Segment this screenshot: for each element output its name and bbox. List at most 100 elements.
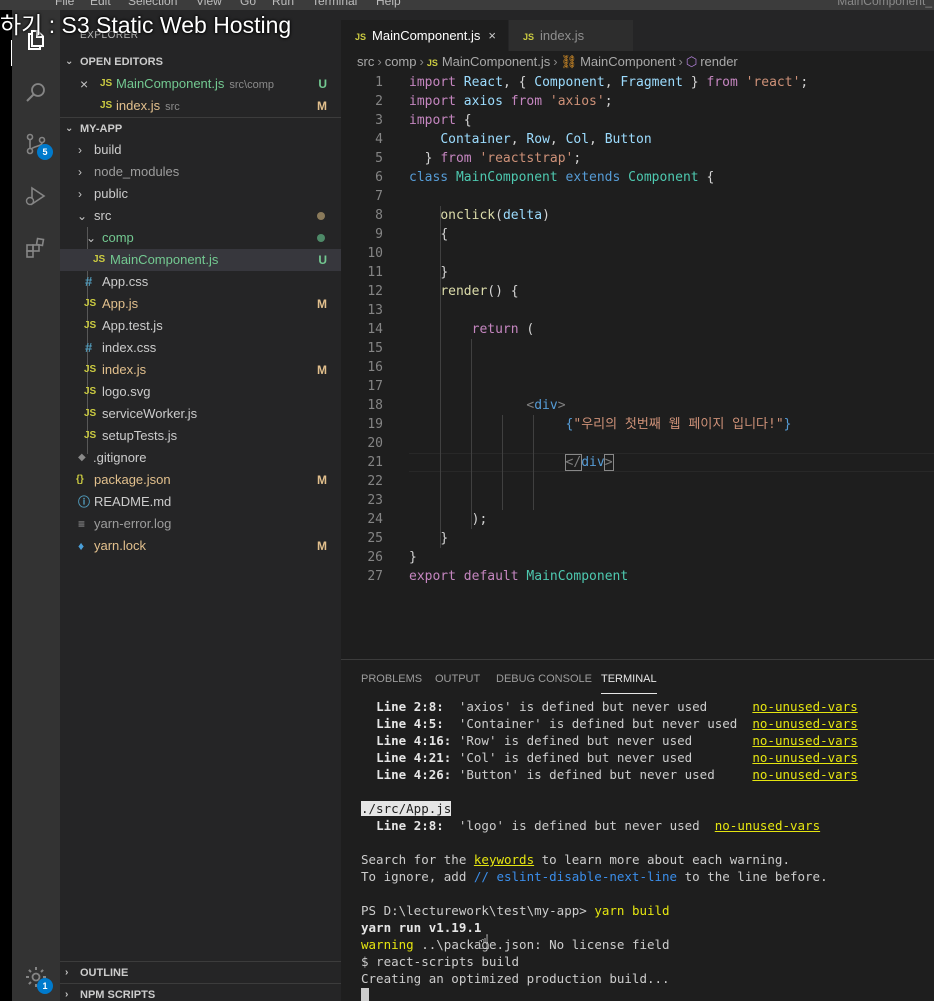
tab-index-js[interactable]: JS index.js [509, 20, 633, 51]
breadcrumb-class[interactable]: MainComponent [580, 54, 675, 69]
menu-terminal[interactable]: Terminal [312, 0, 357, 8]
untracked-dot [317, 234, 325, 242]
tab-maincomponent[interactable]: JS MainComponent.js × [341, 20, 508, 51]
tree-item-label: logo.svg [102, 384, 151, 399]
tree-folder-public[interactable]: › public [60, 183, 341, 205]
tree-file-index-js[interactable]: JS index.js M [60, 359, 341, 381]
js-file-icon: JS [93, 254, 106, 265]
code-line: Container, Row, Col, Button [409, 130, 651, 149]
code-token: div [581, 455, 605, 470]
warning-location: Line 4:26: [376, 767, 452, 782]
tree-file-app-css[interactable]: # App.css [60, 271, 341, 293]
tree-item-label: App.css [102, 274, 149, 289]
project-header[interactable]: ⌄ MY-APP [60, 117, 341, 139]
code-token: Fragment [620, 75, 683, 90]
code-token: axios [463, 94, 503, 109]
video-title-overlay: 하기 : S3 Static Web Hosting [0, 12, 292, 38]
warning-rule-link[interactable]: no-unused-vars [715, 818, 820, 833]
code-line: render() { [409, 282, 518, 301]
tree-file-yarn-error-log[interactable]: ≡ yarn-error.log [60, 513, 341, 535]
tree-folder-src[interactable]: ⌄ src [60, 205, 341, 227]
tree-file-app-js[interactable]: JS App.js M [60, 293, 341, 315]
tree-file-gitignore[interactable]: ◆ .gitignore [60, 447, 341, 469]
code-token: delta [502, 208, 543, 223]
code-token: from [706, 75, 738, 90]
code-token: </ [564, 454, 583, 471]
line-number: 23 [367, 493, 383, 508]
code-token: Col [565, 132, 590, 147]
menu-help[interactable]: Help [376, 0, 401, 8]
code-line: } from 'reactstrap'; [409, 149, 582, 168]
close-icon[interactable]: × [80, 73, 88, 95]
line-number: 5 [375, 151, 383, 166]
npm-scripts-header[interactable]: › NPM SCRIPTS [60, 983, 341, 1001]
code-token: default [463, 569, 519, 584]
breadcrumb-comp[interactable]: comp [385, 54, 417, 69]
code-token: { [463, 113, 472, 128]
tree-file-maincomponent[interactable]: JS MainComponent.js U [60, 249, 341, 271]
warning-rule-link[interactable]: no-unused-vars [752, 767, 857, 782]
git-status-modified: M [317, 99, 327, 113]
search-icon[interactable] [24, 80, 48, 104]
breadcrumb-src[interactable]: src [357, 54, 374, 69]
open-editors-header[interactable]: ⌄ OPEN EDITORS [60, 51, 341, 73]
close-icon[interactable]: × [488, 28, 496, 43]
tree-folder-comp[interactable]: ⌄ comp [60, 227, 341, 249]
js-file-icon: JS [355, 32, 367, 42]
panel-tab-problems[interactable]: PROBLEMS [361, 670, 422, 694]
warning-rule-link[interactable]: no-unused-vars [752, 733, 857, 748]
tree-file-setuptests[interactable]: JS setupTests.js [60, 425, 341, 447]
open-editor-maincomponent[interactable]: × JS MainComponent.js src\comp U [60, 73, 341, 95]
outline-header[interactable]: › OUTLINE [60, 961, 341, 983]
tree-item-label: serviceWorker.js [102, 406, 198, 421]
warning-rule-link[interactable]: no-unused-vars [752, 716, 857, 731]
code-editor[interactable]: 1 2 3 4 5 6 7 8 9 10 11 12 13 14 15 16 1… [341, 73, 934, 659]
panel-tab-terminal[interactable]: TERMINAL [601, 670, 657, 694]
code-token: import [409, 94, 456, 109]
code-token: ); [471, 512, 488, 527]
tree-file-package-json[interactable]: {} package.json M [60, 469, 341, 491]
tree-file-readme[interactable]: ⓘ README.md [60, 491, 341, 513]
line-number: 17 [367, 379, 383, 394]
extensions-icon[interactable] [24, 236, 48, 260]
js-file-icon: JS [100, 100, 113, 111]
line-number: 12 [367, 284, 383, 299]
tree-file-logo-svg[interactable]: JS logo.svg [60, 381, 341, 403]
breadcrumb-file[interactable]: MainComponent.js [442, 54, 550, 69]
indent-guide [440, 206, 441, 548]
js-file-icon: JS [84, 386, 97, 397]
panel-tab-output[interactable]: OUTPUT [435, 670, 480, 694]
line-number: 24 [367, 512, 383, 527]
tree-file-serviceworker[interactable]: JS serviceWorker.js [60, 403, 341, 425]
chevron-right-icon: › [678, 54, 683, 69]
run-debug-icon[interactable] [24, 184, 48, 208]
warning-rule-link[interactable]: no-unused-vars [752, 699, 857, 714]
line-number: 7 [375, 189, 383, 204]
chevron-down-icon: ⌄ [65, 56, 74, 67]
code-token: } [424, 151, 441, 166]
code-token: , [549, 132, 566, 147]
terminal-line: Search for the keywords to learn more ab… [361, 851, 790, 868]
panel-tab-debug-console[interactable]: DEBUG CONSOLE [496, 670, 592, 694]
tree-file-app-test-js[interactable]: JS App.test.js [60, 315, 341, 337]
code-token: ( [518, 322, 535, 337]
code-token: export [409, 569, 456, 584]
tree-item-label: App.test.js [102, 318, 163, 333]
tree-folder-build[interactable]: › build [60, 139, 341, 161]
terminal-line: Line 4:26: 'Button' is defined but never… [361, 766, 858, 783]
chevron-down-icon: ⌄ [77, 209, 88, 223]
tree-folder-node-modules[interactable]: › node_modules [60, 161, 341, 183]
code-token: extends [565, 170, 621, 185]
code-token: } [783, 417, 792, 432]
tree-file-index-css[interactable]: # index.css [60, 337, 341, 359]
open-editor-index[interactable]: JS index.js src M [60, 95, 341, 117]
line-number: 16 [367, 360, 383, 375]
tree-file-yarn-lock[interactable]: ♦ yarn.lock M [60, 535, 341, 557]
keywords-link[interactable]: keywords [474, 852, 534, 867]
json-file-icon: {} [76, 474, 84, 485]
breadcrumb-method[interactable]: render [700, 54, 738, 69]
warning-rule-link[interactable]: no-unused-vars [752, 750, 857, 765]
log-file-icon: ≡ [78, 517, 86, 531]
warning-label: warning [361, 937, 414, 952]
code-line: onclick(delta) [409, 206, 550, 225]
